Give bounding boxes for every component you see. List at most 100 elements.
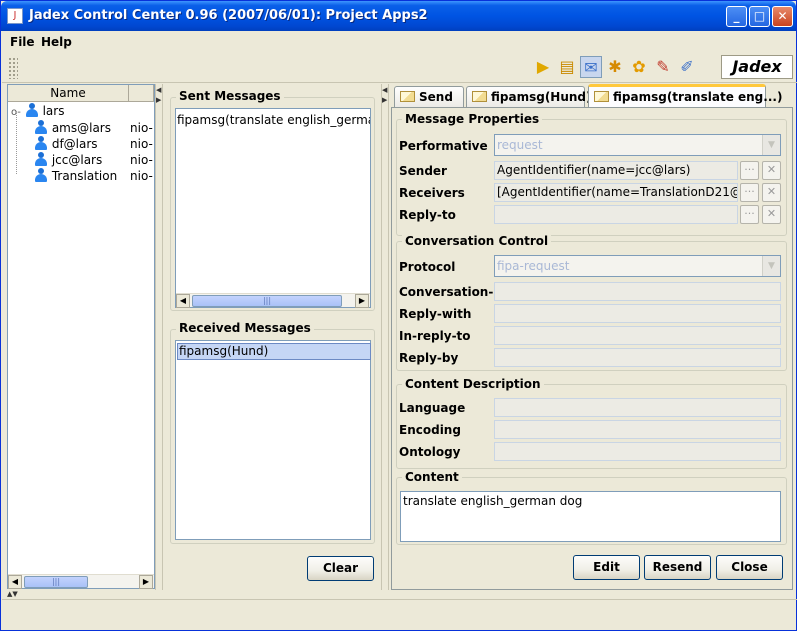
tab-fipamsg-hund[interactable]: fipamsg(Hund) bbox=[466, 86, 592, 107]
reply-to-label: Reply-to bbox=[399, 208, 456, 222]
jadex-logo: Jadex bbox=[721, 55, 793, 79]
ontology-label: Ontology bbox=[399, 445, 461, 459]
sent-message-item[interactable]: fipamsg(translate english_german bbox=[177, 112, 370, 129]
select-agent-icon[interactable]: ▶ bbox=[532, 56, 554, 78]
encoding-label: Encoding bbox=[399, 423, 461, 437]
sender-field[interactable]: AgentIdentifier(name=jcc@lars) bbox=[494, 161, 738, 180]
tree-item-extra: nio- bbox=[130, 137, 153, 151]
window-title: Jadex Control Center 0.96 (2007/06/01): … bbox=[29, 8, 428, 23]
reply-by-field[interactable] bbox=[494, 348, 781, 367]
menu-help[interactable]: Help bbox=[41, 35, 72, 49]
menu-bar: File Help bbox=[2, 31, 797, 53]
maximize-button[interactable]: □ bbox=[749, 6, 770, 27]
ontology-field[interactable] bbox=[494, 442, 781, 461]
menu-file[interactable]: File bbox=[10, 35, 35, 49]
expand-right-icon[interactable]: ▶ bbox=[156, 96, 161, 104]
tab-send[interactable]: Send bbox=[394, 86, 464, 107]
content-title: Content bbox=[402, 470, 462, 484]
tab-fipamsg-translate[interactable]: fipamsg(translate eng...) bbox=[588, 84, 782, 107]
receivers-label: Receivers bbox=[399, 186, 465, 200]
reply-with-field[interactable] bbox=[494, 304, 781, 323]
split-divider-right[interactable]: ◀ ▶ bbox=[381, 84, 389, 590]
receivers-field[interactable]: [AgentIdentifier(name=TranslationD21@lar… bbox=[494, 183, 738, 202]
scroll-thumb[interactable]: ||| bbox=[24, 576, 88, 588]
content-textarea[interactable]: translate english_german dog bbox=[400, 491, 781, 542]
envelope-icon bbox=[400, 91, 415, 102]
reply-to-field[interactable] bbox=[494, 205, 738, 224]
receivers-more-button[interactable]: ··· bbox=[740, 183, 759, 202]
chevron-down-icon[interactable]: ▼ bbox=[762, 256, 780, 276]
chevron-down-icon[interactable]: ▼ bbox=[762, 135, 780, 155]
protocol-label: Protocol bbox=[399, 260, 456, 274]
tree-item-label: ams@lars bbox=[51, 121, 111, 135]
scroll-left-button[interactable]: ◀ bbox=[176, 294, 190, 308]
tree-item-ams[interactable]: ams@lars nio- bbox=[34, 120, 153, 136]
status-bar bbox=[2, 599, 797, 630]
agent-tree-panel: Name o- lars ams@lars nio- df@lars nio- … bbox=[7, 84, 155, 589]
agent-icon bbox=[34, 120, 48, 134]
close-button[interactable]: Close bbox=[716, 555, 783, 580]
scroll-right-button[interactable]: ▶ bbox=[355, 294, 369, 308]
received-message-item[interactable]: fipamsg(Hund) bbox=[177, 343, 371, 360]
message-properties-title: Message Properties bbox=[402, 112, 543, 126]
content-description-title: Content Description bbox=[402, 377, 544, 391]
sent-messages-title: Sent Messages bbox=[176, 89, 284, 103]
extra-column-header[interactable] bbox=[129, 85, 154, 102]
conversation-id-field[interactable] bbox=[494, 282, 781, 301]
in-reply-to-field[interactable] bbox=[494, 326, 781, 345]
paw-icon[interactable]: ✿ bbox=[628, 56, 650, 78]
bottom-split-arrows[interactable]: ▲▼ bbox=[7, 590, 47, 598]
clear-button[interactable]: Clear bbox=[307, 556, 374, 581]
comanalyzer-icon[interactable]: ✐ bbox=[676, 56, 698, 78]
toolbar-grip[interactable] bbox=[8, 57, 18, 79]
scroll-left-button[interactable]: ◀ bbox=[8, 575, 22, 589]
app-icon: J bbox=[7, 8, 23, 24]
tree-item-label: jcc@lars bbox=[51, 153, 103, 167]
language-field[interactable] bbox=[494, 398, 781, 417]
sender-more-button[interactable]: ··· bbox=[740, 161, 759, 180]
protocol-combo[interactable]: fipa-request ▼ bbox=[494, 255, 781, 277]
debugger-icon[interactable]: ✱ bbox=[604, 56, 626, 78]
reply-by-label: Reply-by bbox=[399, 351, 459, 365]
sent-horizontal-scrollbar[interactable]: ◀ ||| ▶ bbox=[176, 293, 370, 308]
toolbar: ▶ ▤ ✉ ✱ ✿ ✎ ✐ Jadex bbox=[2, 53, 797, 83]
reply-to-clear-button[interactable]: ✕ bbox=[762, 205, 781, 224]
scroll-thumb[interactable]: ||| bbox=[192, 295, 342, 307]
collapse-left-icon[interactable]: ◀ bbox=[382, 86, 387, 94]
tree-item-extra: nio- bbox=[130, 121, 153, 135]
split-divider-left[interactable]: ◀ ▶ bbox=[155, 84, 163, 590]
reply-to-more-button[interactable]: ··· bbox=[740, 205, 759, 224]
tree-root[interactable]: o- lars bbox=[11, 103, 64, 119]
sender-clear-button[interactable]: ✕ bbox=[762, 161, 781, 180]
received-messages-list: fipamsg(Hund) bbox=[175, 340, 371, 540]
tree-item-translation[interactable]: Translation nio- bbox=[34, 168, 153, 184]
scroll-right-button[interactable]: ▶ bbox=[139, 575, 153, 589]
close-window-button[interactable]: ✕ bbox=[772, 6, 793, 27]
resend-button[interactable]: Resend bbox=[644, 555, 711, 580]
name-column-header[interactable]: Name bbox=[8, 85, 129, 102]
message-icon[interactable]: ✉ bbox=[580, 56, 602, 78]
message-detail-panel: Send fipamsg(Hund) fipamsg(translate eng… bbox=[391, 84, 793, 590]
edit-button[interactable]: Edit bbox=[573, 555, 640, 580]
tab-content: Message Properties Performative request … bbox=[391, 107, 793, 590]
messages-column: Sent Messages fipamsg(translate english_… bbox=[165, 84, 381, 590]
tree-header: Name bbox=[8, 85, 154, 102]
envelope-icon bbox=[594, 91, 609, 102]
agent-icon bbox=[34, 168, 48, 182]
receivers-clear-button[interactable]: ✕ bbox=[762, 183, 781, 202]
book-icon[interactable]: ▤ bbox=[556, 56, 578, 78]
title-bar[interactable]: J Jadex Control Center 0.96 (2007/06/01)… bbox=[1, 1, 796, 31]
tree-item-extra: nio- bbox=[130, 169, 153, 183]
in-reply-to-label: In-reply-to bbox=[399, 329, 471, 343]
tree-item-jcc[interactable]: jcc@lars nio- bbox=[34, 152, 153, 168]
tree-horizontal-scrollbar[interactable]: ◀ ||| ▶ bbox=[8, 574, 154, 589]
received-messages-title: Received Messages bbox=[176, 321, 314, 335]
encoding-field[interactable] bbox=[494, 420, 781, 439]
performative-combo[interactable]: request ▼ bbox=[494, 134, 781, 156]
tree-item-df[interactable]: df@lars nio- bbox=[34, 136, 153, 152]
expand-right-icon[interactable]: ▶ bbox=[382, 96, 387, 104]
conversation-control-title: Conversation Control bbox=[402, 234, 552, 248]
collapse-left-icon[interactable]: ◀ bbox=[156, 86, 161, 94]
conversation-icon[interactable]: ✎ bbox=[652, 56, 674, 78]
minimize-button[interactable]: _ bbox=[726, 6, 747, 27]
